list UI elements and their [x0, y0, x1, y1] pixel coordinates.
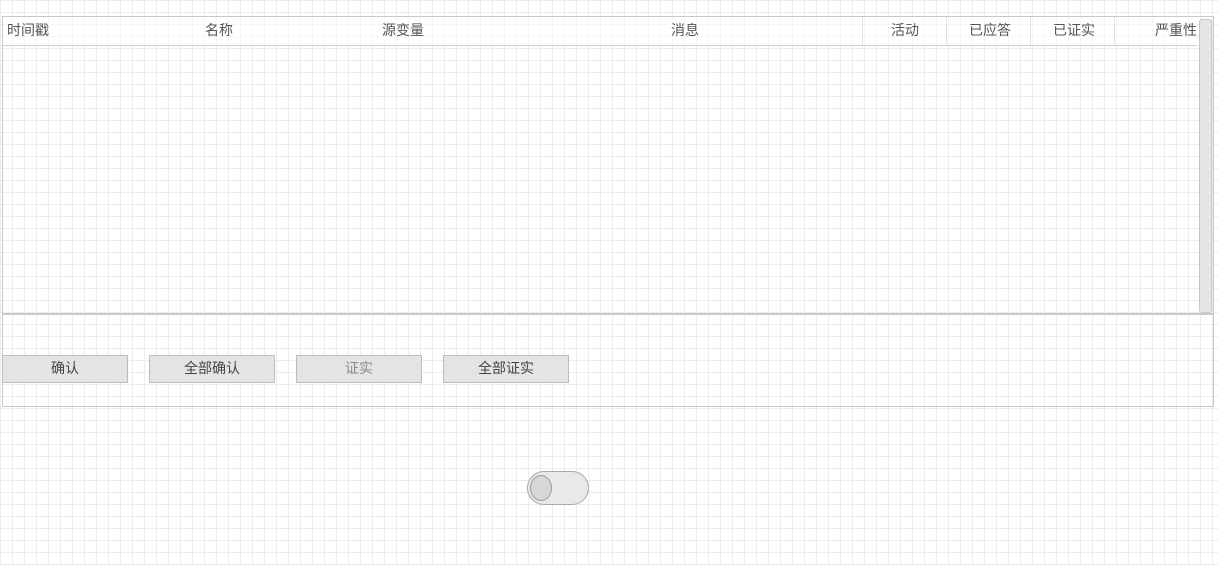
column-header-source[interactable]: 源变量 — [382, 17, 424, 45]
column-header-confirmed[interactable]: 已证实 — [1053, 17, 1095, 45]
column-separator[interactable] — [862, 17, 863, 45]
column-header-timestamp[interactable]: 时间戳 — [7, 17, 49, 45]
confirm-button[interactable]: 证实 — [296, 355, 422, 383]
table-header: 时间戳 名称 源变量 消息 活动 已应答 已证实 严重性 — [3, 17, 1197, 46]
column-header-acknowledged[interactable]: 已应答 — [969, 17, 1011, 45]
toggle-switch[interactable] — [527, 471, 589, 505]
column-separator[interactable] — [1030, 17, 1031, 45]
column-header-severity[interactable]: 严重性 — [1155, 17, 1197, 45]
toggle-knob — [530, 475, 552, 501]
acknowledge-button[interactable]: 确认 — [2, 355, 128, 383]
column-header-active[interactable]: 活动 — [891, 17, 919, 45]
column-separator[interactable] — [1114, 17, 1115, 45]
column-header-message[interactable]: 消息 — [671, 17, 699, 45]
vertical-scrollbar[interactable] — [1199, 19, 1212, 313]
alarm-table: 时间戳 名称 源变量 消息 活动 已应答 已证实 严重性 — [3, 17, 1213, 315]
confirm-all-button[interactable]: 全部证实 — [443, 355, 569, 383]
table-body[interactable] — [3, 46, 1197, 313]
acknowledge-all-button[interactable]: 全部确认 — [149, 355, 275, 383]
column-header-name[interactable]: 名称 — [205, 17, 233, 45]
column-separator[interactable] — [946, 17, 947, 45]
alarm-panel: 时间戳 名称 源变量 消息 活动 已应答 已证实 严重性 确认 全部确认 证实 … — [2, 16, 1214, 407]
